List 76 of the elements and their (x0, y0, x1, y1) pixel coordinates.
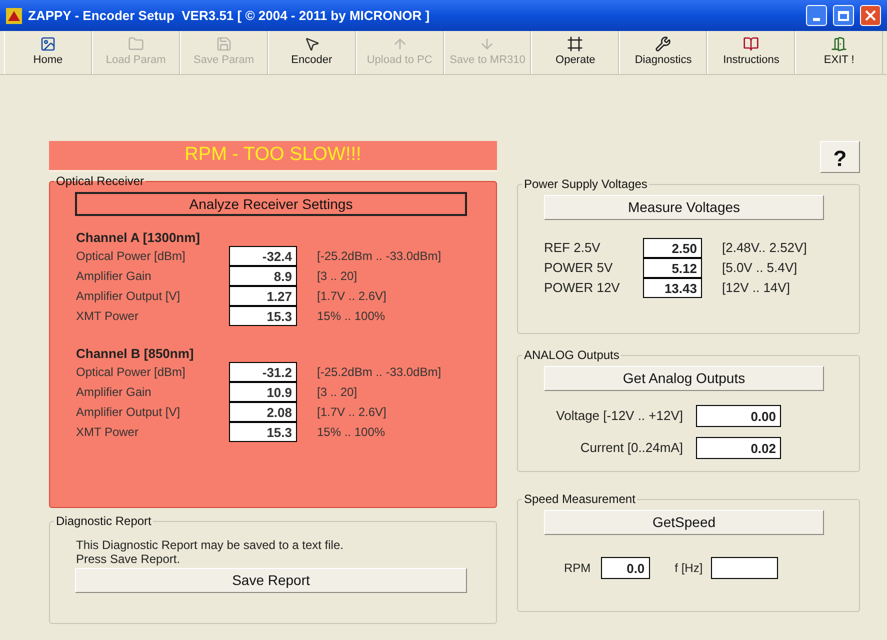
info-text: This Diagnostic Report may be saved to a text file. (76, 538, 344, 552)
minimize-button[interactable] (806, 5, 827, 26)
book-icon (743, 36, 760, 52)
maximize-button[interactable] (833, 5, 854, 26)
value-field[interactable]: 2.08 (229, 402, 297, 422)
value-field[interactable]: 8.9 (229, 266, 297, 286)
window-title: ZAPPY - Encoder Setup VER3.51 [ © 2004 - 2011 by MICRONOR ] (28, 6, 431, 25)
field-label: Current [0..24mA] (579, 439, 684, 458)
field-label: POWER 12V (544, 279, 621, 298)
range-text: 15% .. 100% (317, 424, 386, 441)
value-field[interactable]: 2.50 (643, 238, 702, 258)
range-text: [3 .. 20] (317, 384, 358, 401)
group-title: Optical Receiver (55, 173, 146, 190)
group-title: ANALOG Outputs (523, 347, 620, 364)
field-label: Amplifier Gain (76, 268, 152, 285)
value-field[interactable]: 15.3 (229, 422, 297, 442)
door-icon (831, 36, 848, 52)
folder-icon (128, 36, 144, 52)
value-field[interactable]: 10.9 (229, 382, 297, 402)
range-text: [3 .. 20] (317, 268, 358, 285)
image-icon (40, 36, 56, 52)
toolbar-button[interactable]: Diagnostics (619, 31, 708, 74)
app-icon (6, 8, 22, 24)
field-label: POWER 5V (544, 259, 614, 278)
close-icon (865, 10, 876, 21)
range-text: [-25.2dBm .. -33.0dBm] (317, 248, 442, 265)
field-label: Optical Power [dBm] (76, 364, 186, 381)
get-analog-button[interactable]: Get Analog Outputs (544, 366, 824, 391)
field-label: REF 2.5V (544, 239, 602, 258)
field-label: Voltage [-12V .. +12V] (555, 407, 684, 426)
field-label: XMT Power (76, 424, 140, 441)
range-text: [12V .. 14V] (722, 279, 790, 298)
value-field[interactable]: 0.02 (696, 437, 781, 459)
range-text: [-25.2dBm .. -33.0dBm] (317, 364, 442, 381)
info-text: Press Save Report. (76, 552, 182, 566)
range-text: [1.7V .. 2.6V] (317, 404, 386, 421)
field-label: XMT Power (76, 308, 140, 325)
value-field[interactable] (710, 557, 778, 579)
field-label: Optical Power [dBm] (76, 248, 186, 265)
value-field[interactable]: 0.00 (696, 405, 781, 427)
pointer-icon (304, 36, 320, 52)
range-text: 15% .. 100% (317, 308, 386, 325)
toolbar-button[interactable]: Instructions (707, 31, 796, 74)
group-title: Speed Measurement (523, 491, 636, 508)
channel-heading: Channel A [1300nm] (76, 230, 202, 246)
field-label: RPM (564, 560, 591, 577)
value-field[interactable]: 5.12 (643, 258, 702, 278)
value-field[interactable]: -31.2 (229, 362, 297, 382)
close-button[interactable] (860, 5, 881, 26)
toolbar-button[interactable]: Encoder (268, 31, 356, 74)
range-text: [5.0V .. 5.4V] (722, 259, 798, 278)
field-label: Amplifier Output [V] (76, 404, 182, 421)
toolbar-button[interactable]: Home (4, 31, 92, 74)
frame-icon (567, 36, 584, 52)
toolbar-button[interactable]: EXIT ! (795, 31, 884, 74)
save-report-button[interactable]: Save Report (75, 568, 467, 593)
field-label: f [Hz] (674, 560, 703, 577)
field-label: Amplifier Output [V] (76, 288, 182, 305)
value-field[interactable]: 0.0 (600, 557, 650, 579)
group-title: Diagnostic Report (55, 513, 152, 530)
get-speed-button[interactable]: GetSpeed (544, 510, 824, 535)
value-field[interactable]: -32.4 (229, 246, 297, 266)
value-field[interactable]: 1.27 (229, 286, 297, 306)
group-title: Power Supply Voltages (523, 176, 648, 193)
field-label: Amplifier Gain (76, 384, 152, 401)
wrench-icon (655, 36, 672, 52)
alarm-banner: RPM - TOO SLOW!!! (49, 141, 497, 172)
measure-voltages-button[interactable]: Measure Voltages (544, 195, 824, 220)
channel-heading: Channel B [850nm] (76, 346, 195, 362)
range-text: [2.48V.. 2.52V] (722, 239, 807, 258)
toolbar-button[interactable]: Operate (531, 31, 620, 74)
analyze-button[interactable]: Analyze Receiver Settings (75, 192, 467, 216)
range-text: [1.7V .. 2.6V] (317, 288, 386, 305)
help-button[interactable]: ? (820, 141, 860, 173)
value-field[interactable]: 13.43 (643, 278, 702, 298)
value-field[interactable]: 15.3 (229, 306, 297, 326)
